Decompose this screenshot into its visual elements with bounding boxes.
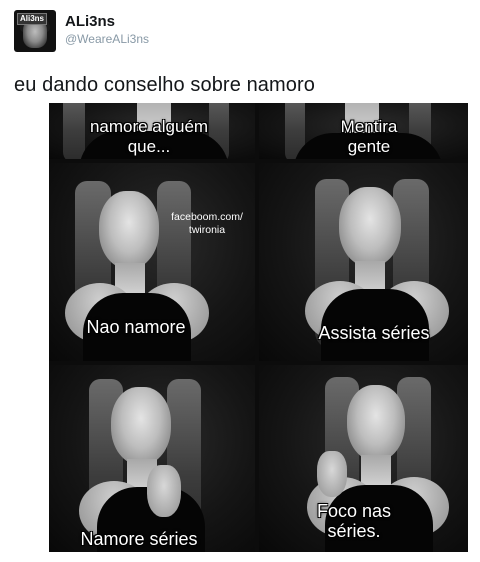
avatar[interactable]: Ali3ns [14, 10, 56, 52]
meme-panel-6: Foco nas séries. [259, 365, 468, 552]
meme-image[interactable]: namore alguém que... Mentira gente Nao n… [49, 103, 468, 552]
meme-panel-5: Namore séries [49, 365, 255, 552]
tweet-header: Ali3ns ALi3ns @WeareALi3ns [14, 10, 466, 54]
panel-2-caption: Mentira gente [340, 117, 398, 156]
avatar-logo: Ali3ns [17, 13, 48, 25]
watermark: faceboom.com/ twironia [171, 211, 243, 236]
meme-panel-1: namore alguém que... [49, 103, 255, 159]
user-handle[interactable]: @WeareALi3ns [65, 32, 149, 46]
tweet-text: eu dando conselho sobre namoro [14, 74, 315, 96]
meme-panel-3: Nao namore [49, 163, 255, 361]
display-name[interactable]: ALi3ns [65, 13, 115, 30]
panel-4-caption: Assista séries [318, 323, 430, 343]
meme-panel-4: Assista séries [259, 163, 468, 361]
panel-1-caption: namore alguém que... [89, 117, 209, 156]
panel-3-caption: Nao namore [86, 317, 186, 337]
meme-panel-2: Mentira gente [259, 103, 468, 159]
panel-5-caption: Namore séries [80, 529, 198, 549]
panel-6-caption: Foco nas séries. [316, 501, 392, 541]
